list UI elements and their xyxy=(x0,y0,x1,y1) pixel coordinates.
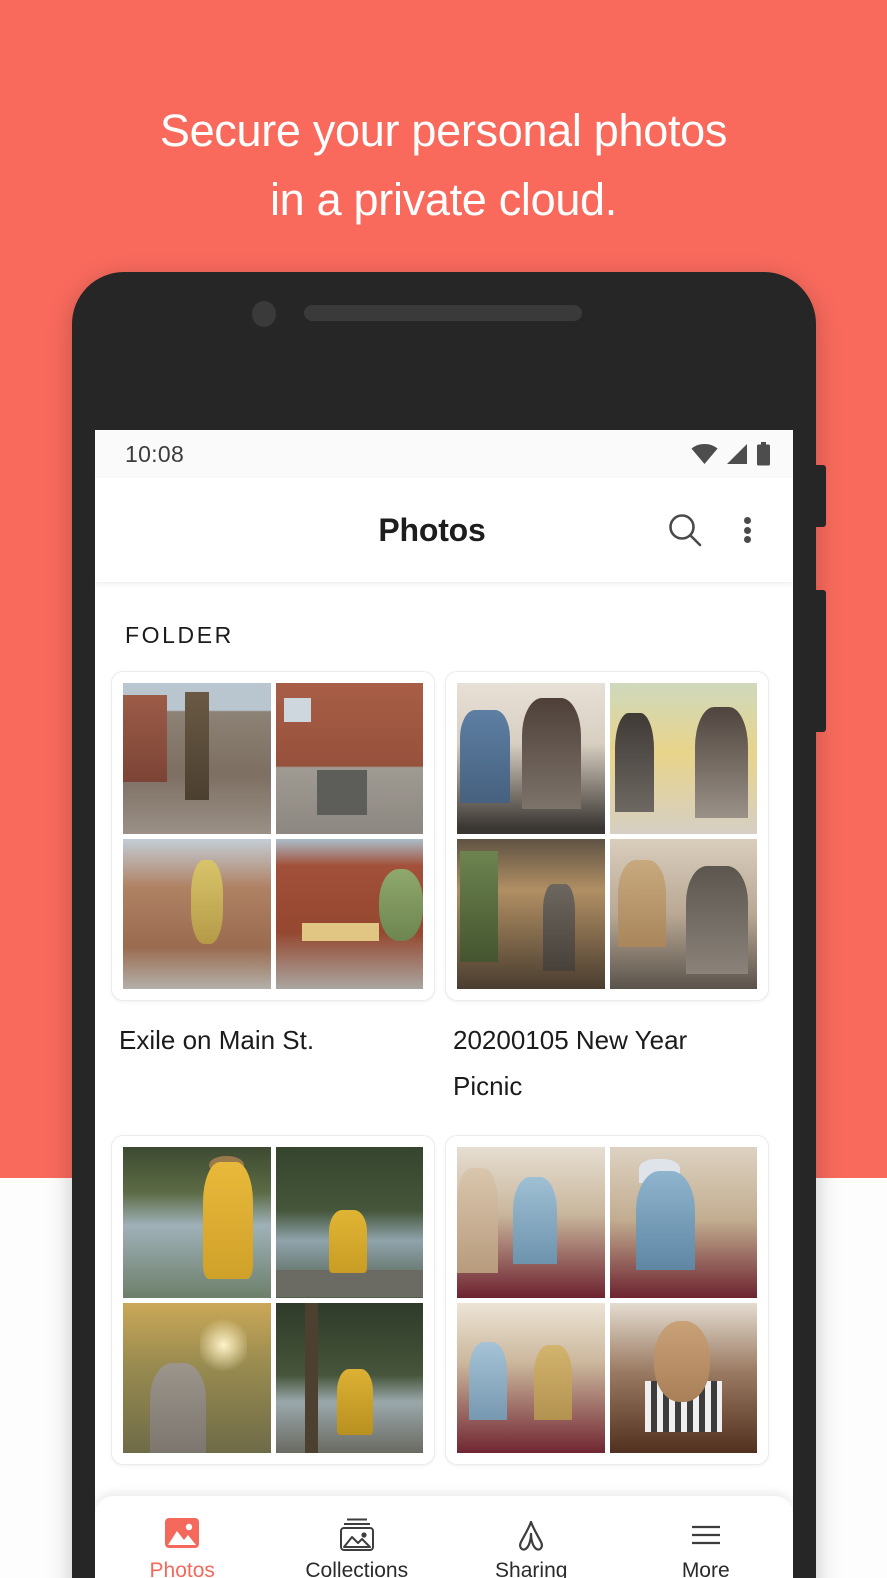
earpiece-speaker-icon xyxy=(304,305,582,321)
album-thumbnail-grid[interactable] xyxy=(111,671,435,1001)
app-bar: Photos xyxy=(95,478,793,582)
album-thumb xyxy=(276,839,424,990)
album-thumbnail-grid[interactable] xyxy=(445,1135,769,1465)
album-thumb xyxy=(276,1303,424,1454)
albums-scroll-area[interactable]: FOLDER Exile on Main St. xyxy=(95,582,793,1578)
front-camera-dot-icon xyxy=(252,301,276,327)
status-bar: 10:08 xyxy=(95,430,793,478)
album-thumbnail-grid[interactable] xyxy=(445,671,769,1001)
album-thumb xyxy=(123,683,271,834)
album-item[interactable] xyxy=(445,1135,769,1465)
status-bar-icons xyxy=(691,442,771,466)
album-item[interactable]: Exile on Main St. xyxy=(111,671,435,1135)
overflow-menu-icon xyxy=(744,515,751,546)
section-header-folder: FOLDER xyxy=(95,582,793,671)
nav-label-sharing: Sharing xyxy=(495,1559,567,1578)
nav-item-photos[interactable]: Photos xyxy=(95,1516,270,1578)
album-title: 20200105 New Year Picnic xyxy=(445,1001,769,1135)
album-thumb xyxy=(610,839,758,990)
page-title: Photos xyxy=(95,512,657,549)
search-button[interactable] xyxy=(657,502,713,558)
bottom-navigation-bar: Photos Collections xyxy=(95,1496,793,1578)
album-thumbnail-grid[interactable] xyxy=(111,1135,435,1465)
album-thumb xyxy=(457,1147,605,1298)
nav-label-collections: Collections xyxy=(305,1559,408,1578)
album-thumb xyxy=(123,839,271,990)
power-button[interactable] xyxy=(816,465,826,527)
nav-item-collections[interactable]: Collections xyxy=(270,1516,445,1578)
photos-icon xyxy=(162,1516,202,1554)
album-thumb xyxy=(457,1303,605,1454)
wifi-icon xyxy=(691,443,718,465)
nav-label-photos: Photos xyxy=(150,1559,215,1578)
album-item[interactable]: 20200105 New Year Picnic xyxy=(445,671,769,1135)
album-thumb xyxy=(457,839,605,990)
promo-screenshot: Secure your personal photos in a private… xyxy=(0,0,887,1578)
album-title: Exile on Main St. xyxy=(111,1001,435,1089)
nav-label-more: More xyxy=(682,1559,730,1578)
volume-button[interactable] xyxy=(816,590,826,732)
sharing-icon xyxy=(511,1516,551,1554)
album-thumb xyxy=(276,1147,424,1298)
album-thumb xyxy=(123,1147,271,1298)
search-icon xyxy=(666,511,704,549)
album-thumb xyxy=(276,683,424,834)
cellular-signal-icon xyxy=(725,443,749,465)
albums-grid: Exile on Main St. 20200105 New Year Picn… xyxy=(95,671,793,1465)
phone-mockup: 10:08 Photos xyxy=(72,272,816,1578)
album-thumb xyxy=(457,683,605,834)
nav-item-more[interactable]: More xyxy=(619,1516,794,1578)
overflow-menu-button[interactable] xyxy=(719,502,775,558)
album-thumb xyxy=(123,1303,271,1454)
promo-headline: Secure your personal photos in a private… xyxy=(0,96,887,234)
album-thumb xyxy=(610,683,758,834)
phone-screen: 10:08 Photos xyxy=(95,430,793,1578)
collections-icon xyxy=(336,1516,378,1554)
battery-icon xyxy=(756,442,771,466)
album-item[interactable] xyxy=(111,1135,435,1465)
nav-item-sharing[interactable]: Sharing xyxy=(444,1516,619,1578)
status-bar-clock: 10:08 xyxy=(125,441,184,468)
album-thumb xyxy=(610,1303,758,1454)
more-menu-icon xyxy=(686,1516,726,1554)
album-thumb xyxy=(610,1147,758,1298)
